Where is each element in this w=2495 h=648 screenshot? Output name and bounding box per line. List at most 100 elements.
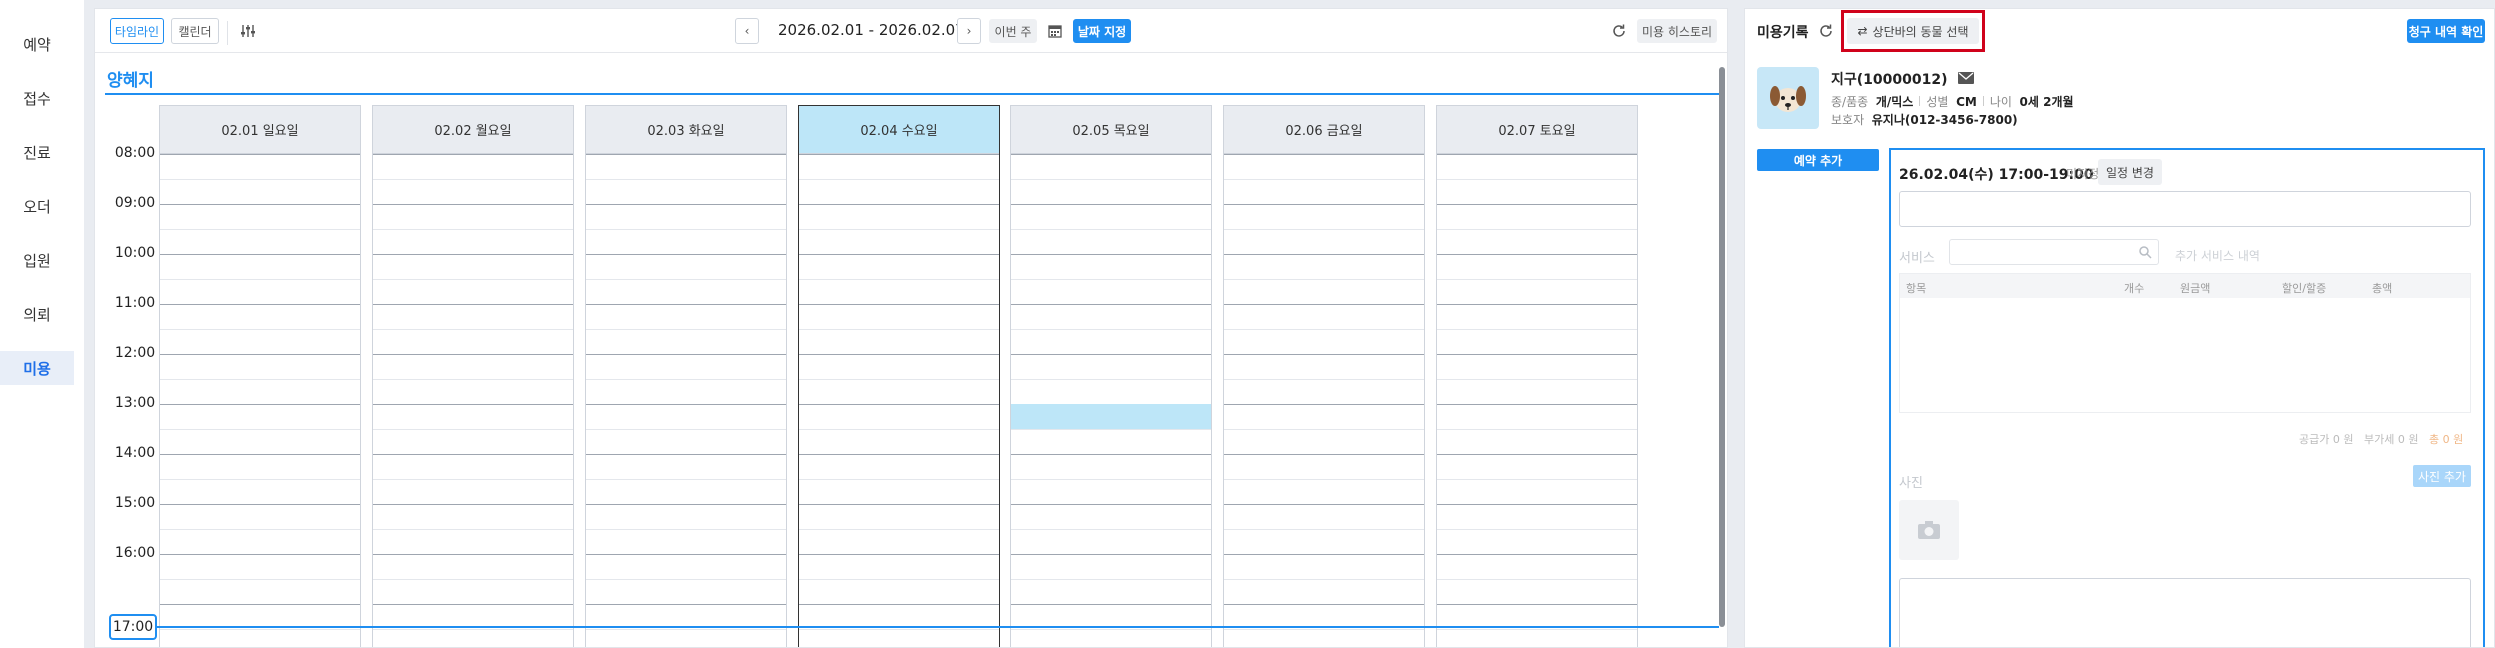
staff-group-name: 양혜지 [107,71,154,91]
time-slot-line [799,379,999,380]
mail-icon[interactable] [1958,72,1975,88]
time-slot-line [799,504,999,505]
time-slot-line [1011,229,1211,230]
time-slot-line [373,179,573,180]
time-slot-line [160,154,360,155]
time-slot-line [1011,329,1211,330]
service-label: 서비스 [1899,251,1935,266]
nav-item-reception[interactable]: 접수 [0,81,74,115]
time-slot-line [160,279,360,280]
pet-avatar [1757,67,1819,129]
day-header: 02.06 금요일 [1224,106,1424,154]
time-slot-line [1011,504,1211,505]
time-slot-line [373,204,573,205]
memo-input[interactable] [1899,191,2471,227]
sex-label: 성별 [1926,95,1949,109]
nav-item-referral[interactable]: 의뢰 [0,297,74,331]
invoice-button[interactable]: 청구 내역 확인 [2407,19,2485,43]
time-slot-line [1011,604,1211,605]
sliders-icon[interactable] [235,18,261,44]
nav-item-admission[interactable]: 입원 [0,243,74,277]
time-slot-line [1224,529,1424,530]
time-slot-line [160,254,360,255]
panel-title: 미용기록 [1757,25,1809,41]
time-slot-line [160,354,360,355]
note-textarea[interactable] [1899,578,2471,647]
add-photo-button[interactable]: 사진 추가 [2413,465,2471,487]
time-slot-line [160,329,360,330]
service-search-input[interactable] [1949,239,2159,265]
time-slot-line [160,554,360,555]
time-slot-line [586,179,786,180]
hour-label: 11:00 [114,295,156,311]
time-slot-line [1224,554,1424,555]
day-column[interactable]: 02.05 목요일 [1010,105,1212,647]
time-slot-line [1437,354,1637,355]
time-slot-line [1011,379,1211,380]
pet-name: 지구(10000012) [1831,69,1975,89]
time-slot-line [1011,429,1211,430]
refresh-icon[interactable] [1815,18,1837,44]
time-slot-line [586,479,786,480]
add-reservation-button[interactable]: 예약 추가 [1757,149,1879,171]
booked-slot[interactable] [1011,404,1211,429]
day-column[interactable]: 02.06 금요일 [1223,105,1425,647]
time-slot-line [1011,529,1211,530]
time-slot-line [1011,629,1211,630]
col-item: 항목 [1906,282,1927,295]
day-column[interactable]: 02.07 토요일 [1436,105,1638,647]
extra-service-link[interactable]: 추가 서비스 내역 [2175,247,2260,264]
timeline-view-button[interactable]: 타임라인 [110,18,164,44]
time-slot-line [1437,379,1637,380]
time-slot-line [373,429,573,430]
refresh-icon[interactable] [1607,19,1631,43]
time-slot-line [586,254,786,255]
change-schedule-button[interactable]: 일정 변경 [2098,159,2162,185]
time-slot-line [1437,404,1637,405]
photo-placeholder[interactable] [1899,500,1959,560]
prev-week-button[interactable]: ‹ [735,18,759,44]
time-slot-line [799,404,999,405]
hour-label: 12:00 [114,345,156,361]
breed-value: 개/믹스 [1875,95,1914,109]
table-header: 항목 개수 원금액 할인/할증 총액 [1900,274,2470,298]
time-slot-line [586,279,786,280]
reservation-card: 26.02.04(수) 17:00-19:00 미지정 일정 변경 서비스 추가… [1889,148,2485,647]
nav-item-order[interactable]: 오더 [0,189,74,223]
time-slot-line [799,454,999,455]
time-slot-line [586,379,786,380]
nav-item-grooming[interactable]: 미용 [0,351,74,385]
day-header: 02.04 수요일 [799,106,999,154]
owner-value: 유지나(012-3456-7800) [1871,113,2018,127]
time-slot-line [1224,229,1424,230]
time-slot-line [373,379,573,380]
owner-label: 보호자 [1831,113,1865,127]
vat-label: 부가세 [2364,433,2395,446]
time-slot-line [160,629,360,630]
schedule-scrollbar[interactable] [1719,67,1725,627]
day-column[interactable]: 02.03 화요일 [585,105,787,647]
dog-icon [1770,86,1806,112]
day-column[interactable]: 02.02 월요일 [372,105,574,647]
nav-item-reservation[interactable]: 예약 [0,27,74,61]
time-slot-line [160,379,360,380]
time-slot-line [1224,504,1424,505]
time-slot-line [373,254,573,255]
pick-date-button[interactable]: 날짜 지정 [1073,19,1131,43]
grooming-history-button[interactable]: 미용 히스토리 [1637,19,1717,43]
pet-info-row: 종/품종 개/믹스 성별 CM 나이 0세 2개월 [1831,93,2074,110]
time-slot-line [160,404,360,405]
time-slot-line [799,554,999,555]
sex-value: CM [1956,95,1977,109]
time-slot-line [586,629,786,630]
time-slot-line [586,454,786,455]
day-column[interactable]: 02.01 일요일 [159,105,361,647]
hour-label: 08:00 [114,145,156,161]
calendar-view-button[interactable]: 캘린더 [171,18,219,44]
nav-item-treatment[interactable]: 진료 [0,135,74,169]
this-week-button[interactable]: 이번 주 [989,19,1037,43]
next-week-button[interactable]: › [957,18,981,44]
day-column[interactable]: 02.04 수요일 [798,105,1000,647]
time-slot-line [160,429,360,430]
calendar-icon[interactable] [1043,19,1067,43]
